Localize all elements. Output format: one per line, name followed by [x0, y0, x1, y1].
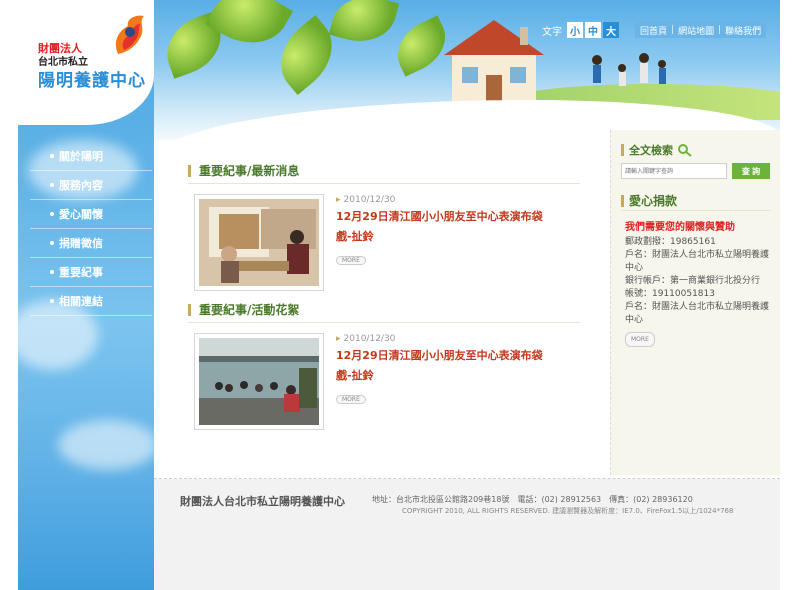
- nav-item-label: 捐贈徵信: [59, 237, 103, 250]
- footer: 財團法人台北市私立陽明養護中心 地址：台北市北投區公館路209巷18號 電話：(…: [154, 479, 780, 590]
- bank-account: 銀行帳戶：第一商業銀行北投分行: [625, 276, 761, 286]
- divider: |: [671, 25, 675, 35]
- classroom-photo-icon: [199, 199, 319, 286]
- news-body: ▸ 2010/12/30 12月29日清江國小小朋友至中心表演布袋戲-扯鈴 MOR…: [336, 334, 546, 430]
- news-item: ▸ 2010/12/30 12月29日清江國小小朋友至中心表演布袋戲-扯鈴 MOR…: [194, 194, 608, 291]
- divider: [621, 210, 771, 211]
- nav-item-label: 關於陽明: [59, 150, 103, 163]
- news-item: ▸ 2010/12/30 12月29日清江國小小朋友至中心表演布袋戲-扯鈴 MOR…: [194, 333, 608, 430]
- news-date: ▸ 2010/12/30: [336, 195, 546, 205]
- cloud-decoration: [58, 420, 158, 470]
- section-title: 重要紀事/活動花絮: [199, 303, 300, 317]
- font-size-large-button[interactable]: 大: [603, 22, 619, 38]
- nav-item-about[interactable]: 關於陽明: [30, 142, 152, 171]
- section-marker: [188, 303, 191, 316]
- nav-item-services[interactable]: 服務內容: [30, 171, 152, 200]
- news-date-text: 2010/12/30: [343, 195, 396, 205]
- nav-item-label: 服務內容: [59, 179, 103, 192]
- left-sky-column: 財團法人 台北市私立 陽明養護中心 關於陽明 服務內容 愛心關懷 捐贈徵信 重要…: [18, 0, 158, 590]
- news-date: ▸ 2010/12/30: [336, 334, 546, 344]
- top-links: 回首頁 | 網站地圖 | 聯絡我們: [635, 22, 767, 38]
- font-size-switcher: 文字 小 中 大: [542, 22, 619, 38]
- more-button[interactable]: MORE: [625, 332, 655, 347]
- section-marker: [188, 164, 191, 177]
- latest-news-header: 重要紀事/最新消息: [188, 162, 580, 184]
- footer-contact-info: 地址：台北市北投區公館路209巷18號 電話：(02) 28912563 傳真：…: [372, 495, 693, 504]
- search-button[interactable]: 查 詢: [732, 163, 770, 179]
- outdoor-event-photo-icon: [199, 338, 319, 425]
- main-content: 重要紀事/最新消息 ▸ 2010/12/30 12月29日清江國小小朋友至中心表…: [188, 150, 608, 430]
- search-title: 全文檢索: [629, 144, 673, 157]
- footer-org-name: 財團法人台北市私立陽明養護中心: [180, 495, 345, 508]
- section-marker: [621, 194, 624, 207]
- nav-item-links[interactable]: 相關連結: [30, 287, 152, 316]
- bullet-icon: [50, 212, 54, 216]
- section-title: 重要紀事/最新消息: [199, 164, 300, 178]
- news-date-text: 2010/12/30: [343, 334, 396, 344]
- nav-item-events[interactable]: 重要紀事: [30, 258, 152, 287]
- news-headline-link[interactable]: 12月29日清江國小小朋友至中心表演布袋戲-扯鈴: [336, 346, 546, 386]
- news-thumbnail[interactable]: [194, 194, 324, 291]
- nav-item-label: 相關連結: [59, 295, 103, 308]
- bullet-icon: [50, 270, 54, 274]
- postal-account: 郵政劃撥：19865161: [625, 237, 716, 247]
- donate-info: 我們需要您的關懷與贊助 郵政劃撥：19865161 戶名：財團法人台北市私立陽明…: [625, 221, 775, 347]
- flame-logo-icon: [115, 15, 144, 54]
- donate-title: 愛心捐款: [629, 194, 678, 208]
- section-marker: [621, 144, 624, 156]
- news-thumbnail[interactable]: [194, 333, 324, 430]
- more-button[interactable]: MORE: [336, 395, 366, 404]
- font-size-small-button[interactable]: 小: [567, 22, 583, 38]
- left-nav: 關於陽明 服務內容 愛心關懷 捐贈徵信 重要紀事 相關連結: [30, 142, 152, 316]
- home-link[interactable]: 回首頁: [640, 24, 667, 37]
- nav-item-donations[interactable]: 捐贈徵信: [30, 229, 152, 258]
- nav-item-care[interactable]: 愛心關懷: [30, 200, 152, 229]
- footer-copyright: COPYRIGHT 2010, ALL RIGHTS RESERVED. 建議瀏…: [402, 507, 734, 515]
- divider: |: [718, 25, 722, 35]
- house-icon: [444, 20, 544, 107]
- news-headline-link[interactable]: 12月29日清江國小小朋友至中心表演布袋戲-扯鈴: [336, 207, 546, 247]
- font-size-label: 文字: [542, 26, 562, 38]
- arrow-icon: ▸: [336, 195, 341, 205]
- arrow-icon: ▸: [336, 334, 341, 344]
- right-sidebar: 全文檢索 查 詢 愛心捐款 我們需要您的關懷與贊助 郵政劃撥：19865161 …: [610, 130, 780, 475]
- page-frame: 財團法人 台北市私立 陽明養護中心 關於陽明 服務內容 愛心關懷 捐贈徵信 重要…: [18, 0, 780, 590]
- logo-panel[interactable]: 財團法人 台北市私立 陽明養護中心: [18, 0, 154, 125]
- bullet-icon: [50, 241, 54, 245]
- event-highlights-header: 重要紀事/活動花絮: [188, 301, 580, 323]
- bullet-icon: [50, 154, 54, 158]
- search-input[interactable]: [621, 163, 727, 179]
- nav-item-label: 重要紀事: [59, 266, 103, 279]
- leaf-magnifier-icon: [678, 144, 692, 157]
- news-body: ▸ 2010/12/30 12月29日清江國小小朋友至中心表演布袋戲-扯鈴 MOR…: [336, 195, 546, 291]
- account-name: 戶名：財團法人台北市私立陽明養護中心: [625, 250, 770, 273]
- search-header: 全文檢索: [621, 142, 693, 158]
- logo-center-name: 陽明養護中心: [38, 71, 146, 91]
- donate-header: 愛心捐款: [621, 192, 677, 209]
- account-number: 帳號：19110051813: [625, 289, 715, 299]
- donate-headline: 我們需要您的關懷與贊助: [625, 222, 735, 233]
- bullet-icon: [50, 183, 54, 187]
- sitemap-link[interactable]: 網站地圖: [678, 24, 714, 37]
- header-banner: [154, 0, 780, 140]
- font-size-medium-button[interactable]: 中: [585, 22, 601, 38]
- account-name: 戶名：財團法人台北市私立陽明養護中心: [625, 302, 770, 325]
- more-button[interactable]: MORE: [336, 256, 366, 265]
- bullet-icon: [50, 299, 54, 303]
- nav-item-label: 愛心關懷: [59, 208, 103, 221]
- leaf-decoration: [204, 0, 294, 59]
- leaf-decoration: [328, 0, 400, 50]
- contact-link[interactable]: 聯絡我們: [725, 24, 761, 37]
